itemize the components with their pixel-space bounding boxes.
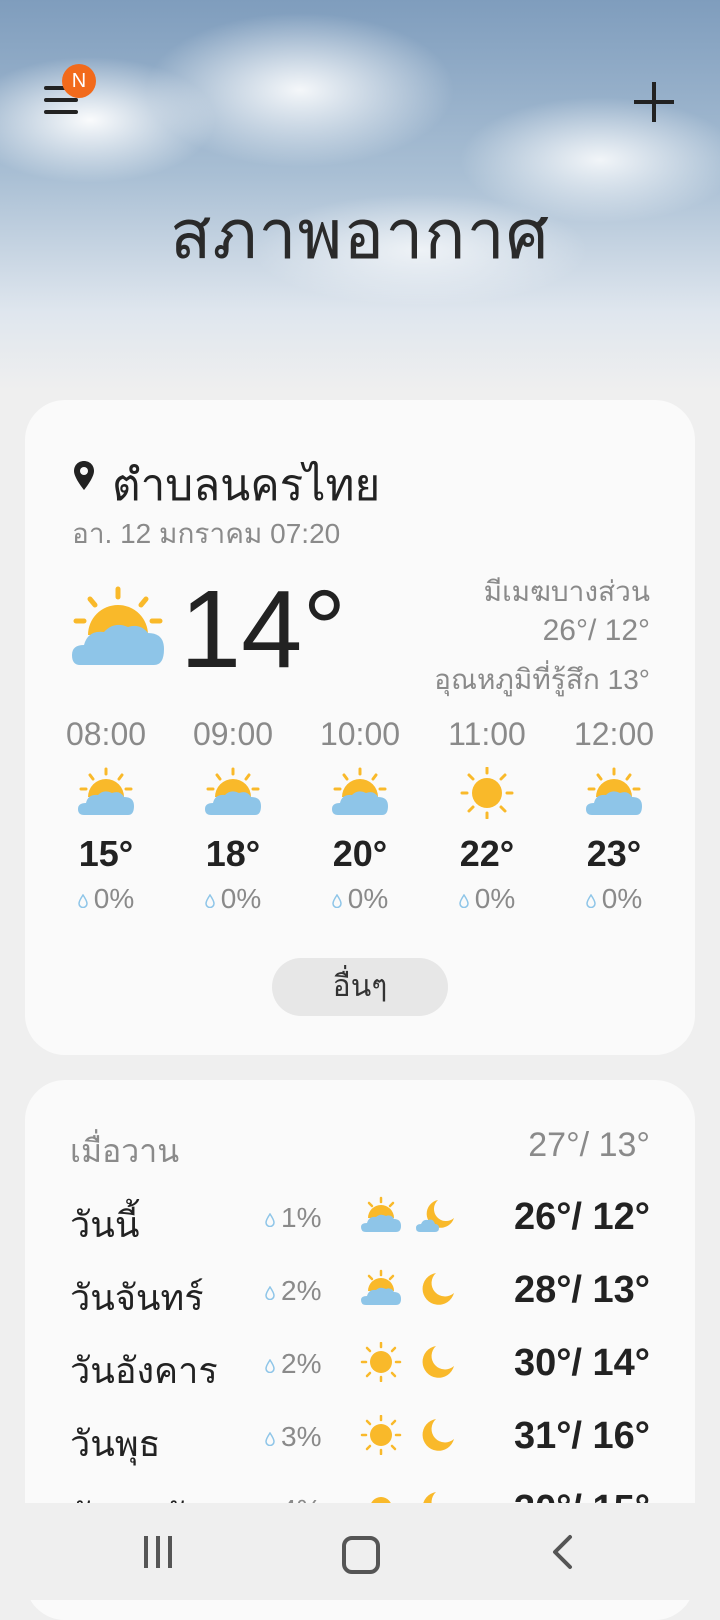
day-temperature: 30°/ 14° [513, 1342, 650, 1384]
day-temperature: 31°/ 16° [513, 1415, 650, 1457]
day-precipitation-value: 2% [281, 1348, 322, 1379]
location-name[interactable]: ตำบลนครไทย [112, 450, 380, 520]
day-precipitation-value: 3% [281, 1421, 322, 1452]
current-datetime: อา. 12 มกราคม 07:20 [72, 518, 341, 549]
home-icon[interactable] [342, 1536, 380, 1574]
partly-cloudy-icon [332, 767, 388, 815]
raindrop-icon [265, 1285, 275, 1300]
hourly-item: 12:00 23° 0% [559, 716, 669, 915]
hour-precipitation: 0% [432, 883, 542, 915]
cloudy-night-icon [416, 1200, 454, 1232]
hour-temperature: 22° [459, 833, 515, 874]
day-temperature: 26°/ 12° [513, 1196, 650, 1238]
weather-condition: มีเมฆบางส่วน [483, 576, 650, 607]
day-precipitation: 1% [265, 1202, 321, 1234]
raindrop-icon [265, 1358, 275, 1373]
raindrop-icon [205, 893, 215, 908]
day-precipitation: 2% [265, 1275, 321, 1307]
day-temperature: 28°/ 13° [513, 1269, 650, 1311]
hour-temperature: 23° [586, 833, 642, 874]
daily-row[interactable]: วันจันทร์ 2% 28°/ 13° [0, 1269, 720, 1329]
current-temperature: 14° [180, 568, 347, 691]
hourly-item: 11:00 22° 0% [432, 716, 542, 915]
hour-time: 09:00 [192, 716, 274, 752]
day-precipitation-value: 1% [281, 1202, 322, 1233]
moon-icon [422, 1346, 454, 1378]
daily-row[interactable]: วันพุธ 3% 31°/ 16° [0, 1415, 720, 1475]
more-button[interactable]: อื่นๆ [272, 958, 448, 1016]
yesterday-temperature: 27°/ 13° [528, 1126, 650, 1164]
hour-time: 12:00 [573, 716, 655, 752]
sunny-icon [360, 1415, 402, 1455]
day-name: วันอังคาร [70, 1350, 218, 1391]
hour-precipitation-value: 0% [93, 883, 135, 914]
app-title: สภาพอากาศ [170, 197, 550, 273]
plus-icon[interactable] [630, 78, 678, 126]
yesterday-label: เมื่อวาน [70, 1133, 180, 1169]
hour-temperature: 18° [205, 833, 261, 874]
hour-time: 08:00 [65, 716, 147, 752]
hour-precipitation-value: 0% [601, 883, 643, 914]
raindrop-icon [332, 893, 342, 908]
raindrop-icon [265, 1431, 275, 1446]
day-precipitation: 2% [265, 1348, 321, 1380]
recent-apps-icon[interactable] [140, 1536, 176, 1568]
raindrop-icon [586, 893, 596, 908]
feels-like-temperature: อุณหภูมิที่รู้สึก 13° [434, 664, 650, 695]
sunny-icon [360, 1342, 402, 1382]
hour-precipitation: 0% [559, 883, 669, 915]
hour-precipitation-value: 0% [347, 883, 389, 914]
hourly-item: 10:00 20° 0% [305, 716, 415, 915]
back-icon[interactable] [550, 1534, 574, 1570]
high-low-temperature: 26°/ 12° [542, 614, 650, 647]
moon-icon [422, 1419, 454, 1451]
raindrop-icon [265, 1212, 275, 1227]
daily-row[interactable]: วันนี้ 1% 26°/ 12° [0, 1196, 720, 1256]
raindrop-icon [459, 893, 469, 908]
hourly-item: 09:00 18° 0% [178, 716, 288, 915]
hour-time: 10:00 [319, 716, 401, 752]
partly-cloudy-icon [205, 767, 261, 815]
day-name: วันนี้ [70, 1204, 140, 1245]
hour-precipitation: 0% [51, 883, 161, 915]
partly-cloudy-icon [78, 767, 134, 815]
hour-precipitation: 0% [178, 883, 288, 915]
day-precipitation-value: 2% [281, 1275, 322, 1306]
day-precipitation: 3% [265, 1421, 321, 1453]
raindrop-icon [78, 893, 88, 908]
notification-badge: N [62, 64, 96, 98]
daily-row[interactable]: วันอังคาร 2% 30°/ 14° [0, 1342, 720, 1402]
hour-time: 11:00 [448, 716, 526, 752]
day-name: วันพุธ [70, 1423, 161, 1464]
partly-cloudy-icon [361, 1269, 401, 1305]
hour-precipitation-value: 0% [474, 883, 516, 914]
moon-icon [422, 1273, 454, 1305]
hour-temperature: 15° [78, 833, 134, 874]
location-pin-icon [74, 461, 94, 490]
hourly-item: 08:00 15° 0% [51, 716, 161, 915]
hour-precipitation-value: 0% [220, 883, 262, 914]
hour-temperature: 20° [332, 833, 388, 874]
partly-cloudy-icon [72, 586, 164, 665]
sunny-icon [460, 767, 514, 819]
day-name: วันจันทร์ [70, 1277, 204, 1318]
partly-cloudy-icon [586, 767, 642, 815]
hour-precipitation: 0% [305, 883, 415, 915]
partly-cloudy-icon [361, 1196, 401, 1232]
